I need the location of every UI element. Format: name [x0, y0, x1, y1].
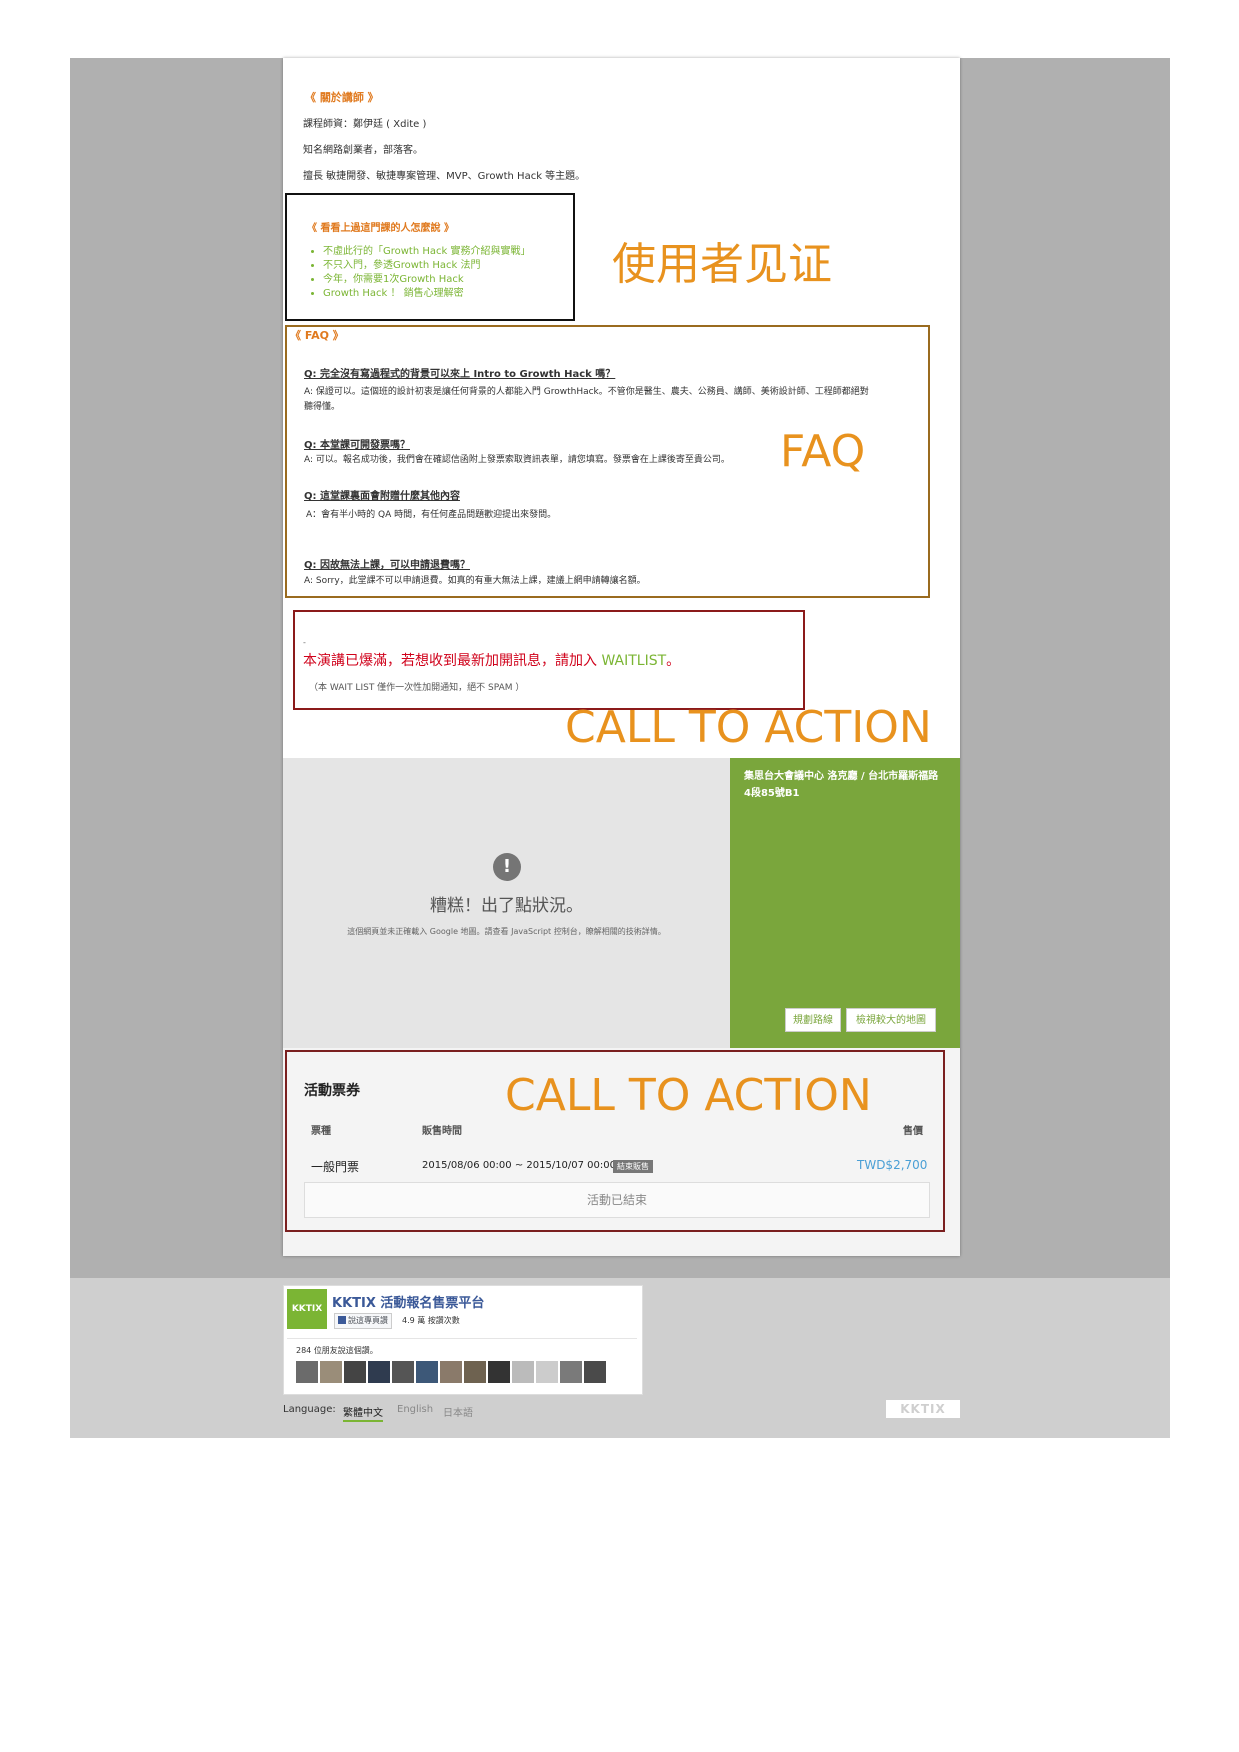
- testimonials-box: 《 看看上過這門課的人怎麼說 》 不虛此行的「Growth Hack 實務介紹與…: [285, 193, 575, 321]
- waitlist-note: （本 WAIT LIST 僅作一次性加開通知，絕不 SPAM ）: [309, 683, 525, 693]
- friend-avatar[interactable]: [584, 1361, 606, 1383]
- facebook-widget: KKTIX KKTIX 活動報名售票平台 說這專頁讚 4.9 萬 按讚次數 28…: [283, 1285, 643, 1395]
- testimonials-heading: 《 看看上過這門課的人怎麼說 》: [307, 223, 454, 234]
- annotation-testimonials: 使用者见证: [612, 239, 832, 290]
- facebook-likes-count: 4.9 萬 按讚次數: [402, 1316, 460, 1325]
- friend-avatar[interactable]: [296, 1361, 318, 1383]
- venue-panel: 集思台大會議中心 洛克廳 / 台北市羅斯福路4段85號B1: [730, 758, 960, 1048]
- faq-answer: A: 可以。報名成功後，我們會在確認信函附上發票索取資訊表單，請您填寫。發票會在…: [304, 455, 730, 465]
- friend-avatar[interactable]: [392, 1361, 414, 1383]
- friend-avatars: [296, 1361, 608, 1387]
- testimonials-list: 不虛此行的「Growth Hack 實務介紹與實戰」 不只入門，參透Growth…: [303, 245, 531, 301]
- column-sale-time: 販售時間: [422, 1126, 462, 1137]
- map-error-title: 糟糕！出了點狀況。: [430, 896, 583, 916]
- facebook-like-label: 說這專頁讚: [348, 1316, 388, 1325]
- ticket-sale-time: 2015/08/06 00:00 ~ 2015/10/07 00:00: [422, 1160, 617, 1171]
- faq-question: Q: 因故無法上課，可以申請退費嗎？: [304, 560, 470, 571]
- google-map-area[interactable]: ! 糟糕！出了點狀況。 這個網頁並未正確載入 Google 地圖。請查看 Jav…: [283, 758, 730, 1048]
- facebook-icon: [338, 1316, 346, 1324]
- venue-address: 集思台大會議中心 洛克廳 / 台北市羅斯福路4段85號B1: [744, 771, 939, 799]
- faq-question: Q: 這堂課裏面會附贈什麼其他內容: [304, 491, 460, 502]
- friend-avatar[interactable]: [416, 1361, 438, 1383]
- waitlist-box: - 本演講已爆滿，若想收到最新加開訊息，請加入 WAITLIST。 （本 WAI…: [293, 610, 805, 710]
- annotation-cta-waitlist: CALL TO ACTION: [565, 702, 932, 753]
- kktix-logo-thumb[interactable]: KKTIX: [287, 1289, 327, 1329]
- friend-avatar[interactable]: [488, 1361, 510, 1383]
- language-japanese[interactable]: 日本語: [443, 1404, 473, 1419]
- ticket-type: 一般門票: [311, 1160, 360, 1174]
- ticket-title: 活動票券: [304, 1083, 360, 1099]
- friend-avatar[interactable]: [512, 1361, 534, 1383]
- annotation-faq: FAQ: [780, 426, 866, 477]
- waitlist-text: 本演講已爆滿，若想收到最新加開訊息，請加入: [303, 653, 602, 669]
- faq-answer: A：會有半小時的 QA 時間，有任何產品問題歡迎提出來發問。: [306, 510, 557, 520]
- instructor-bio: 知名網路創業者，部落客。: [303, 145, 423, 156]
- annotation-cta-tickets: CALL TO ACTION: [505, 1070, 872, 1121]
- ticket-price: TWD$2,700: [857, 1158, 928, 1172]
- friend-avatar[interactable]: [344, 1361, 366, 1383]
- faq-question: Q: 完全沒有寫過程式的背景可以來上 Intro to Growth Hack …: [304, 369, 616, 380]
- testimonial-link[interactable]: 不虛此行的「Growth Hack 實務介紹與實戰」: [323, 245, 531, 259]
- testimonial-link[interactable]: 今年，你需要1次Growth Hack: [323, 273, 531, 287]
- event-ended-button[interactable]: 活動已結束: [304, 1182, 930, 1218]
- language-label: Language:: [283, 1404, 336, 1415]
- facebook-friends-count: 284 位朋友說這個讚。: [296, 1346, 378, 1355]
- faq-answer-line: A: 保證可以。這個班的設計初衷是讓任何背景的人都能入門 GrowthHack。…: [304, 387, 869, 397]
- facebook-like-button[interactable]: 說這專頁讚: [334, 1313, 392, 1329]
- facebook-page-name[interactable]: KKTIX 活動報名售票平台: [332, 1292, 484, 1311]
- faq-heading: 《 FAQ 》: [290, 329, 344, 342]
- faq-answer-line: 聽得懂。: [304, 402, 341, 412]
- friend-avatar[interactable]: [320, 1361, 342, 1383]
- faq-answer: A: 保證可以。這個班的設計初衷是讓任何背景的人都能入門 GrowthHack。…: [304, 385, 924, 415]
- waitlist-dash: -: [303, 638, 306, 647]
- alert-icon: !: [493, 853, 521, 881]
- kktix-footer-logo[interactable]: KKTIX: [886, 1400, 960, 1418]
- instructor-heading: 《 關於講師 》: [305, 91, 379, 104]
- column-ticket-type: 票種: [311, 1126, 331, 1137]
- language-zh-tw[interactable]: 繁體中文: [343, 1404, 383, 1422]
- friend-avatar[interactable]: [560, 1361, 582, 1383]
- faq-answer: A: Sorry，此堂課不可以申請退費。如真的有重大無法上課，建議上網申請轉讓名…: [304, 576, 646, 586]
- language-english[interactable]: English: [397, 1404, 433, 1415]
- waitlist-period: 。: [666, 653, 681, 669]
- faq-question: Q: 本堂課可開發票嗎？: [304, 440, 410, 451]
- waitlist-message: 本演講已爆滿，若想收到最新加開訊息，請加入 WAITLIST。: [303, 650, 680, 670]
- friend-avatar[interactable]: [536, 1361, 558, 1383]
- facebook-friends-panel: 284 位朋友說這個讚。: [287, 1338, 637, 1393]
- column-price: 售價: [903, 1126, 923, 1137]
- friend-avatar[interactable]: [368, 1361, 390, 1383]
- testimonial-link[interactable]: Growth Hack ！ 銷售心理解密: [323, 287, 531, 301]
- enlarge-map-button[interactable]: 檢視較大的地圖: [846, 1008, 936, 1032]
- route-button[interactable]: 規劃路線: [785, 1008, 841, 1032]
- sale-ended-badge: 結束販售: [613, 1160, 653, 1173]
- instructor-name: 課程師資：鄭伊廷 ( Xdite ): [303, 119, 427, 130]
- testimonial-link[interactable]: 不只入門，參透Growth Hack 法門: [323, 259, 531, 273]
- waitlist-link[interactable]: WAITLIST: [601, 653, 666, 669]
- instructor-topics: 擅長 敏捷開發、敏捷專案管理、MVP、Growth Hack 等主題。: [303, 171, 586, 182]
- friend-avatar[interactable]: [440, 1361, 462, 1383]
- map-error-description: 這個網頁並未正確載入 Google 地圖。請查看 JavaScript 控制台，…: [347, 927, 666, 936]
- friend-avatar[interactable]: [464, 1361, 486, 1383]
